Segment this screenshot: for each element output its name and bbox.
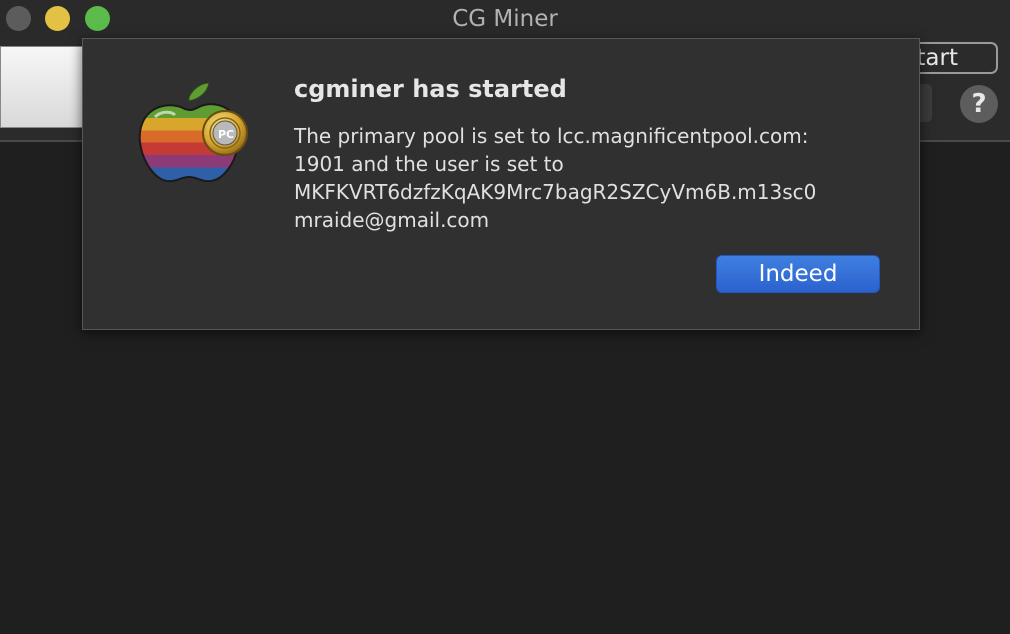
title-bar[interactable]: CG Miner xyxy=(0,0,1010,38)
alert-message-line: 1901 and the user is set to xyxy=(294,152,564,176)
alert-sheet: PC cgminer has started The primary pool … xyxy=(82,38,920,330)
apple-bitcoin-app-icon: PC xyxy=(135,82,251,187)
alert-message-line: MKFKVRT6dzfzKqAK9Mrc7bagR2SZCyVm6B.m13sc… xyxy=(294,180,817,204)
svg-text:PC: PC xyxy=(218,128,234,141)
help-button[interactable]: ? xyxy=(960,85,998,123)
alert-message-line: mraide@gmail.com xyxy=(294,208,490,232)
indeed-button[interactable]: Indeed xyxy=(716,255,880,293)
alert-message-line: The primary pool is set to lcc.magnifice… xyxy=(294,124,809,148)
window-title: CG Miner xyxy=(452,6,558,32)
app-window: CG Miner tart ? PC cgminer has started T… xyxy=(0,0,1010,634)
toolbar-field[interactable] xyxy=(0,46,86,128)
alert-title: cgminer has started xyxy=(294,75,567,103)
alert-message: The primary pool is set to lcc.magnifice… xyxy=(294,122,894,234)
